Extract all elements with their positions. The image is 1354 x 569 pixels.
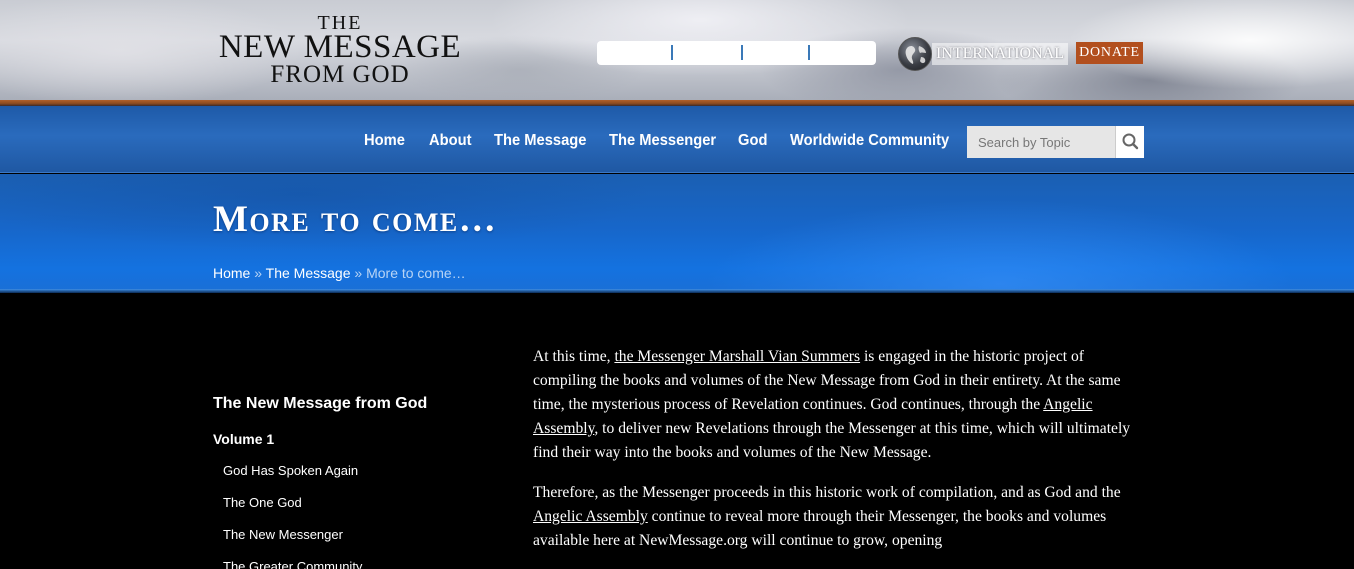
breadcrumb-home[interactable]: Home <box>213 265 250 281</box>
nav-worldwide-community[interactable]: Worldwide Community <box>790 132 949 150</box>
page-title-banner <box>0 174 1354 292</box>
nav-the-messenger[interactable]: The Messenger <box>609 132 716 150</box>
nav-home[interactable]: Home <box>364 132 405 150</box>
banner-bottom-edge <box>0 289 1354 293</box>
site-logo[interactable]: THE NEW MESSAGE FROM GOD <box>212 13 468 88</box>
international-link[interactable]: INTERNATIONAL <box>932 43 1068 65</box>
page-title: More to come… <box>213 199 498 240</box>
breadcrumb: Home » The Message » More to come… <box>213 265 466 281</box>
utility-separator <box>741 45 743 60</box>
donate-button[interactable]: DONATE <box>1076 42 1143 64</box>
search-input[interactable] <box>967 126 1115 158</box>
content-paragraph: Therefore, as the Messenger proceeds in … <box>533 481 1143 553</box>
sidebar: The New Message from God Volume 1 God Ha… <box>213 395 493 569</box>
search-icon <box>1122 133 1139 150</box>
globe-icon[interactable] <box>898 37 932 71</box>
sidebar-item-the-one-god[interactable]: The One God <box>223 495 302 510</box>
logo-line-2: NEW MESSAGE <box>218 29 462 65</box>
paragraph-text: , to deliver new Revelations through the… <box>533 420 1131 461</box>
sidebar-item-the-greater-community[interactable]: The Greater Community <box>223 559 362 569</box>
breadcrumb-current: More to come… <box>366 265 466 281</box>
sidebar-volume-1[interactable]: Volume 1 <box>213 431 274 447</box>
nav-the-message[interactable]: The Message <box>494 132 586 150</box>
search-button[interactable] <box>1115 126 1144 158</box>
sidebar-item-god-has-spoken-again[interactable]: God Has Spoken Again <box>223 463 358 478</box>
content-paragraph: At this time, the Messenger Marshall Via… <box>533 345 1143 465</box>
logo-line-3: FROM GOD <box>270 61 410 88</box>
breadcrumb-separator: » <box>350 265 367 281</box>
breadcrumb-separator: » <box>250 265 266 281</box>
sidebar-heading[interactable]: The New Message from God <box>213 395 493 413</box>
utility-separator <box>808 45 810 60</box>
main-content: At this time, the Messenger Marshall Via… <box>533 345 1143 569</box>
utility-links-bar[interactable] <box>597 41 876 65</box>
nav-about[interactable]: About <box>429 132 472 150</box>
paragraph-text: At this time, <box>533 348 615 365</box>
angelic-assembly-link[interactable]: Angelic Assembly <box>533 508 648 525</box>
breadcrumb-the-message[interactable]: The Message <box>266 265 351 281</box>
messenger-link[interactable]: the Messenger Marshall Vian Summers <box>614 348 860 365</box>
paragraph-text: Therefore, as the Messenger proceeds in … <box>533 484 1121 501</box>
sidebar-item-the-new-messenger[interactable]: The New Messenger <box>223 527 343 542</box>
utility-separator <box>671 45 673 60</box>
nav-god[interactable]: God <box>738 132 767 150</box>
